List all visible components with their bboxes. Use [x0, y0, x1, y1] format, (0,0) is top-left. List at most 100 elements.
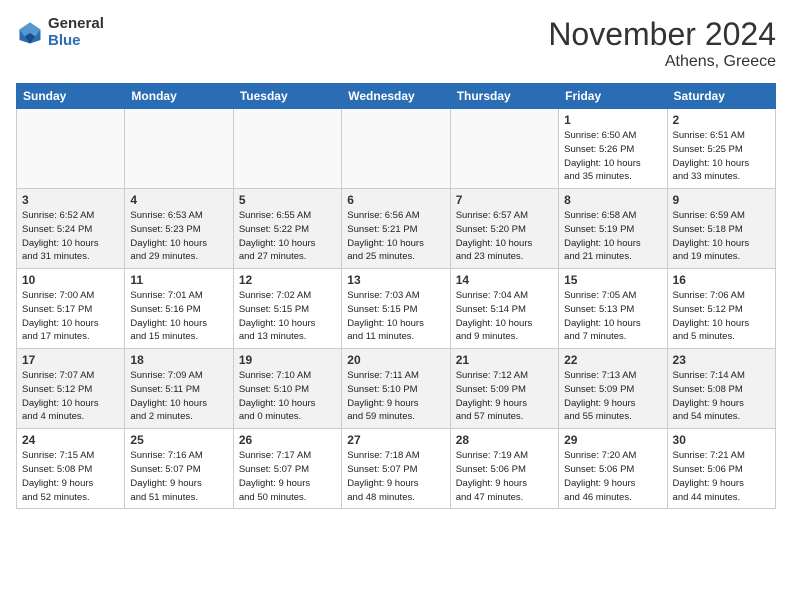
day-cell: 19 Sunrise: 7:10 AMSunset: 5:10 PMDayligh… [233, 349, 341, 429]
location-title: Athens, Greece [548, 53, 776, 71]
day-cell: 8 Sunrise: 6:58 AMSunset: 5:19 PMDaylight… [559, 189, 667, 269]
day-cell: 28 Sunrise: 7:19 AMSunset: 5:06 PMDayligh… [450, 429, 558, 509]
day-number: 6 [347, 193, 444, 207]
day-cell: 26Sunrise: 7:17 AMSunset: 5:07 PMDayligh… [233, 429, 341, 509]
day-info: Sunrise: 6:53 AMSunset: 5:23 PMDaylight:… [130, 209, 227, 264]
header-wednesday: Wednesday [342, 84, 450, 109]
day-cell: 2 Sunrise: 6:51 AMSunset: 5:25 PMDaylight… [667, 109, 775, 189]
day-cell [125, 109, 233, 189]
day-number: 17 [22, 353, 119, 367]
calendar-table: SundayMondayTuesdayWednesdayThursdayFrid… [16, 83, 776, 509]
day-cell [450, 109, 558, 189]
day-info: Sunrise: 7:13 AMSunset: 5:09 PMDaylight:… [564, 369, 661, 424]
day-cell: 18 Sunrise: 7:09 AMSunset: 5:11 PMDayligh… [125, 349, 233, 429]
month-title: November 2024 [548, 16, 776, 53]
day-cell: 4 Sunrise: 6:53 AMSunset: 5:23 PMDaylight… [125, 189, 233, 269]
day-number: 28 [456, 433, 553, 447]
day-cell [233, 109, 341, 189]
day-info: Sunrise: 6:51 AMSunset: 5:25 PMDaylight:… [673, 129, 770, 184]
day-number: 9 [673, 193, 770, 207]
day-number: 24 [22, 433, 119, 447]
header-tuesday: Tuesday [233, 84, 341, 109]
day-info: Sunrise: 6:57 AMSunset: 5:20 PMDaylight:… [456, 209, 553, 264]
day-info: Sunrise: 6:52 AMSunset: 5:24 PMDaylight:… [22, 209, 119, 264]
day-cell: 30Sunrise: 7:21 AMSunset: 5:06 PMDayligh… [667, 429, 775, 509]
day-cell: 7Sunrise: 6:57 AMSunset: 5:20 PMDaylight… [450, 189, 558, 269]
day-number: 20 [347, 353, 444, 367]
day-number: 25 [130, 433, 227, 447]
day-number: 8 [564, 193, 661, 207]
day-cell: 23Sunrise: 7:14 AMSunset: 5:08 PMDayligh… [667, 349, 775, 429]
day-number: 19 [239, 353, 336, 367]
day-number: 26 [239, 433, 336, 447]
day-info: Sunrise: 7:04 AMSunset: 5:14 PMDaylight:… [456, 289, 553, 344]
day-cell: 9 Sunrise: 6:59 AMSunset: 5:18 PMDaylight… [667, 189, 775, 269]
day-info: Sunrise: 7:05 AMSunset: 5:13 PMDaylight:… [564, 289, 661, 344]
day-info: Sunrise: 7:09 AMSunset: 5:11 PMDaylight:… [130, 369, 227, 424]
day-info: Sunrise: 7:06 AMSunset: 5:12 PMDaylight:… [673, 289, 770, 344]
day-info: Sunrise: 7:19 AMSunset: 5:06 PMDaylight:… [456, 449, 553, 504]
day-cell [17, 109, 125, 189]
day-cell: 10 Sunrise: 7:00 AMSunset: 5:17 PMDayligh… [17, 269, 125, 349]
day-info: Sunrise: 7:20 AMSunset: 5:06 PMDaylight:… [564, 449, 661, 504]
day-number: 21 [456, 353, 553, 367]
logo-blue: Blue [48, 33, 104, 50]
day-info: Sunrise: 6:50 AMSunset: 5:26 PMDaylight:… [564, 129, 661, 184]
day-cell: 25 Sunrise: 7:16 AMSunset: 5:07 PMDayligh… [125, 429, 233, 509]
header-sunday: Sunday [17, 84, 125, 109]
day-number: 1 [564, 113, 661, 127]
day-number: 13 [347, 273, 444, 287]
day-number: 4 [130, 193, 227, 207]
day-info: Sunrise: 6:59 AMSunset: 5:18 PMDaylight:… [673, 209, 770, 264]
day-cell: 3 Sunrise: 6:52 AMSunset: 5:24 PMDaylight… [17, 189, 125, 269]
day-info: Sunrise: 7:07 AMSunset: 5:12 PMDaylight:… [22, 369, 119, 424]
day-number: 18 [130, 353, 227, 367]
day-info: Sunrise: 6:56 AMSunset: 5:21 PMDaylight:… [347, 209, 444, 264]
day-cell: 12Sunrise: 7:02 AMSunset: 5:15 PMDayligh… [233, 269, 341, 349]
day-info: Sunrise: 6:58 AMSunset: 5:19 PMDaylight:… [564, 209, 661, 264]
day-info: Sunrise: 7:10 AMSunset: 5:10 PMDaylight:… [239, 369, 336, 424]
logo-general: General [48, 16, 104, 33]
day-cell: 20 Sunrise: 7:11 AMSunset: 5:10 PMDayligh… [342, 349, 450, 429]
day-number: 12 [239, 273, 336, 287]
day-info: Sunrise: 7:18 AMSunset: 5:07 PMDaylight:… [347, 449, 444, 504]
day-cell: 6 Sunrise: 6:56 AMSunset: 5:21 PMDaylight… [342, 189, 450, 269]
day-info: Sunrise: 7:14 AMSunset: 5:08 PMDaylight:… [673, 369, 770, 424]
day-cell: 17 Sunrise: 7:07 AMSunset: 5:12 PMDayligh… [17, 349, 125, 429]
day-number: 3 [22, 193, 119, 207]
header-saturday: Saturday [667, 84, 775, 109]
day-number: 10 [22, 273, 119, 287]
title-block: November 2024 Athens, Greece [548, 16, 776, 71]
day-info: Sunrise: 7:03 AMSunset: 5:15 PMDaylight:… [347, 289, 444, 344]
week-row-2: 3 Sunrise: 6:52 AMSunset: 5:24 PMDaylight… [17, 189, 776, 269]
week-row-4: 17 Sunrise: 7:07 AMSunset: 5:12 PMDayligh… [17, 349, 776, 429]
day-number: 11 [130, 273, 227, 287]
day-info: Sunrise: 7:01 AMSunset: 5:16 PMDaylight:… [130, 289, 227, 344]
day-info: Sunrise: 7:16 AMSunset: 5:07 PMDaylight:… [130, 449, 227, 504]
week-row-1: 1 Sunrise: 6:50 AMSunset: 5:26 PMDaylight… [17, 109, 776, 189]
day-info: Sunrise: 7:12 AMSunset: 5:09 PMDaylight:… [456, 369, 553, 424]
header-monday: Monday [125, 84, 233, 109]
logo-icon [16, 19, 44, 47]
day-info: Sunrise: 7:21 AMSunset: 5:06 PMDaylight:… [673, 449, 770, 504]
day-cell [342, 109, 450, 189]
page-header: General Blue November 2024 Athens, Greec… [16, 16, 776, 71]
day-cell: 1 Sunrise: 6:50 AMSunset: 5:26 PMDaylight… [559, 109, 667, 189]
day-number: 2 [673, 113, 770, 127]
day-number: 29 [564, 433, 661, 447]
day-number: 27 [347, 433, 444, 447]
day-number: 16 [673, 273, 770, 287]
day-cell: 29 Sunrise: 7:20 AMSunset: 5:06 PMDayligh… [559, 429, 667, 509]
day-cell: 15 Sunrise: 7:05 AMSunset: 5:13 PMDayligh… [559, 269, 667, 349]
day-info: Sunrise: 7:00 AMSunset: 5:17 PMDaylight:… [22, 289, 119, 344]
day-info: Sunrise: 7:11 AMSunset: 5:10 PMDaylight:… [347, 369, 444, 424]
logo-text: General Blue [48, 16, 104, 49]
day-cell: 21 Sunrise: 7:12 AMSunset: 5:09 PMDayligh… [450, 349, 558, 429]
day-cell: 13 Sunrise: 7:03 AMSunset: 5:15 PMDayligh… [342, 269, 450, 349]
logo: General Blue [16, 16, 104, 49]
day-cell: 5Sunrise: 6:55 AMSunset: 5:22 PMDaylight… [233, 189, 341, 269]
header-thursday: Thursday [450, 84, 558, 109]
day-number: 15 [564, 273, 661, 287]
day-cell: 11 Sunrise: 7:01 AMSunset: 5:16 PMDayligh… [125, 269, 233, 349]
day-cell: 14Sunrise: 7:04 AMSunset: 5:14 PMDayligh… [450, 269, 558, 349]
